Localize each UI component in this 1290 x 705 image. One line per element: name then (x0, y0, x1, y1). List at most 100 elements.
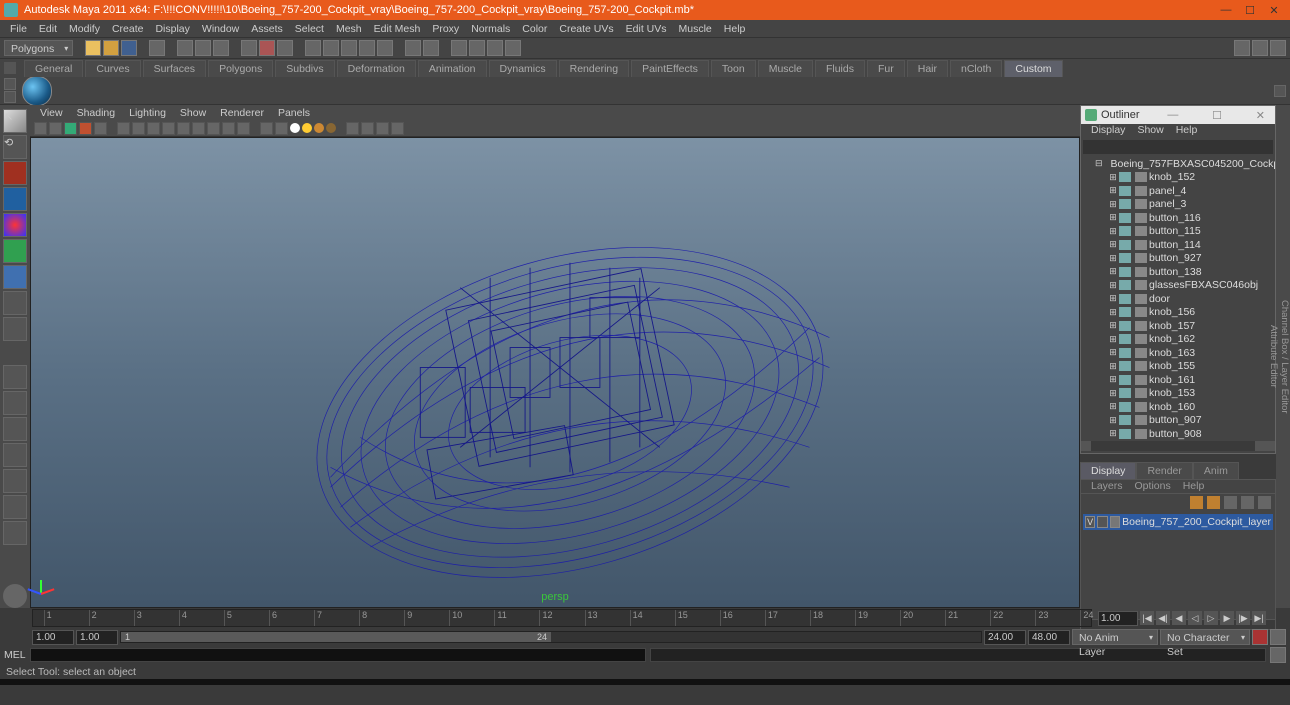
layer-tab-anim[interactable]: Anim (1193, 462, 1239, 479)
pt-field-chart-icon[interactable] (177, 122, 190, 135)
menu-edit-mesh[interactable]: Edit Mesh (368, 23, 427, 35)
shelf-tab-fur[interactable]: Fur (867, 60, 905, 77)
pt-textured-icon[interactable] (275, 122, 288, 135)
expand-icon[interactable]: ⊟ (1095, 158, 1103, 169)
pt-safe-title-icon[interactable] (207, 122, 220, 135)
snap-plane-icon[interactable] (359, 40, 375, 56)
expand-icon[interactable]: ⊞ (1109, 374, 1117, 385)
anim-layer-dropdown[interactable]: No Anim Layer (1072, 629, 1158, 645)
maximize-button[interactable]: ☐ (1238, 4, 1262, 17)
pt-light-sel-icon[interactable] (302, 123, 312, 133)
expand-icon[interactable]: ⊞ (1109, 226, 1117, 237)
step-back-key-button[interactable]: ◀| (1156, 611, 1170, 625)
ipr-icon[interactable] (469, 40, 485, 56)
expand-icon[interactable]: ⊞ (1109, 266, 1117, 277)
script-layout[interactable] (3, 521, 27, 545)
character-set-dropdown[interactable]: No Character Set (1160, 629, 1250, 645)
go-start-button[interactable]: |◀ (1140, 611, 1154, 625)
layer-color-swatch[interactable] (1110, 516, 1120, 528)
shelf-menu-icon[interactable] (4, 62, 16, 74)
menu-normals[interactable]: Normals (465, 23, 516, 35)
expand-icon[interactable]: ⊞ (1109, 388, 1117, 399)
pt-res-gate-icon[interactable] (147, 122, 160, 135)
soft-mod-tool[interactable] (3, 291, 27, 315)
render-icon[interactable] (451, 40, 467, 56)
open-scene-icon[interactable] (103, 40, 119, 56)
shelf-tab-subdivs[interactable]: Subdivs (275, 60, 334, 77)
undo-icon[interactable] (149, 40, 165, 56)
shelf-scroll-icon[interactable] (1274, 85, 1286, 97)
expand-icon[interactable]: ⊞ (1109, 185, 1117, 196)
menu-window[interactable]: Window (196, 23, 245, 35)
expand-icon[interactable]: ⊞ (1109, 199, 1117, 210)
expand-icon[interactable]: ⊞ (1109, 320, 1117, 331)
pt-2d-icon[interactable] (94, 122, 107, 135)
expand-icon[interactable]: ⊞ (1109, 415, 1117, 426)
new-layer-icon[interactable] (1241, 496, 1254, 509)
select-tool[interactable]: ↖ (3, 109, 27, 133)
layer-list[interactable]: V Boeing_757_200_Cockpit_layer (1080, 512, 1276, 620)
new-empty-layer-icon[interactable] (1224, 496, 1237, 509)
outliner-item[interactable]: ⊞door (1081, 292, 1275, 306)
menu-help[interactable]: Help (718, 23, 752, 35)
persp-outliner-layout[interactable] (3, 417, 27, 441)
history-off-icon[interactable] (423, 40, 439, 56)
shelf-tab-rendering[interactable]: Rendering (559, 60, 629, 77)
rotate-tool[interactable] (3, 213, 27, 237)
pt-light-none-icon[interactable] (314, 123, 324, 133)
save-scene-icon[interactable] (121, 40, 137, 56)
channel-box-tab[interactable]: Channel Box / Layer Editor (1279, 105, 1290, 608)
outliner-item[interactable]: ⊞button_114 (1081, 238, 1275, 252)
mask3-icon[interactable] (277, 40, 293, 56)
module-dropdown[interactable]: Polygons (4, 40, 73, 56)
scale-tool[interactable] (3, 239, 27, 263)
menu-modify[interactable]: Modify (63, 23, 106, 35)
expand-icon[interactable]: ⊞ (1109, 239, 1117, 250)
shelf-tab-custom[interactable]: Custom (1004, 60, 1062, 77)
outliner-item[interactable]: ⊞knob_162 (1081, 333, 1275, 347)
move-layer-up-icon[interactable] (1190, 496, 1203, 509)
pt-wos-icon[interactable] (260, 122, 273, 135)
expand-icon[interactable]: ⊞ (1109, 172, 1117, 183)
menu-display[interactable]: Display (149, 23, 195, 35)
single-persp-layout[interactable] (3, 365, 27, 389)
pt-xray-joints-icon[interactable] (376, 122, 389, 135)
move-tool[interactable] (3, 187, 27, 211)
outliner-menu-show[interactable]: Show (1131, 124, 1169, 139)
autokey-icon[interactable] (1252, 629, 1268, 645)
menu-edit[interactable]: Edit (33, 23, 63, 35)
render-view-icon[interactable] (505, 40, 521, 56)
layer-menu-help[interactable]: Help (1177, 480, 1211, 493)
layer-tab-render[interactable]: Render (1136, 462, 1192, 479)
pt-film-gate-icon[interactable] (132, 122, 145, 135)
menu-color[interactable]: Color (516, 23, 553, 35)
outliner-item[interactable]: ⊞knob_163 (1081, 346, 1275, 360)
outliner-item[interactable]: ⊞button_927 (1081, 252, 1275, 266)
snap-grid-icon[interactable] (305, 40, 321, 56)
outliner-menu-display[interactable]: Display (1085, 124, 1131, 139)
outliner-item[interactable]: ⊞button_115 (1081, 225, 1275, 239)
expand-icon[interactable]: ⊞ (1109, 428, 1117, 439)
menu-select[interactable]: Select (289, 23, 330, 35)
menu-assets[interactable]: Assets (245, 23, 289, 35)
shelf-trash-icon[interactable] (4, 91, 16, 103)
panel-menu-lighting[interactable]: Lighting (123, 107, 172, 119)
expand-icon[interactable]: ⊞ (1109, 334, 1117, 345)
pt-bookmark-icon[interactable] (64, 122, 77, 135)
pt-select-cam-icon[interactable] (34, 122, 47, 135)
menu-edit-uvs[interactable]: Edit UVs (620, 23, 673, 35)
pt-isolate-icon[interactable] (346, 122, 359, 135)
outliner-item[interactable]: ⊞knob_155 (1081, 360, 1275, 374)
last-tool[interactable] (3, 317, 27, 341)
menu-file[interactable]: File (4, 23, 33, 35)
step-back-button[interactable]: ◀ (1172, 611, 1186, 625)
outliner-item[interactable]: ⊞knob_160 (1081, 400, 1275, 414)
panel-menu-shading[interactable]: Shading (71, 107, 122, 119)
outliner-search[interactable] (1083, 140, 1273, 154)
panel-menu-panels[interactable]: Panels (272, 107, 316, 119)
layer-display-type[interactable] (1097, 516, 1107, 528)
pt-shadow-icon[interactable] (326, 123, 336, 133)
shelf-tab-general[interactable]: General (24, 60, 83, 77)
menu-muscle[interactable]: Muscle (673, 23, 718, 35)
expand-icon[interactable]: ⊞ (1109, 347, 1117, 358)
